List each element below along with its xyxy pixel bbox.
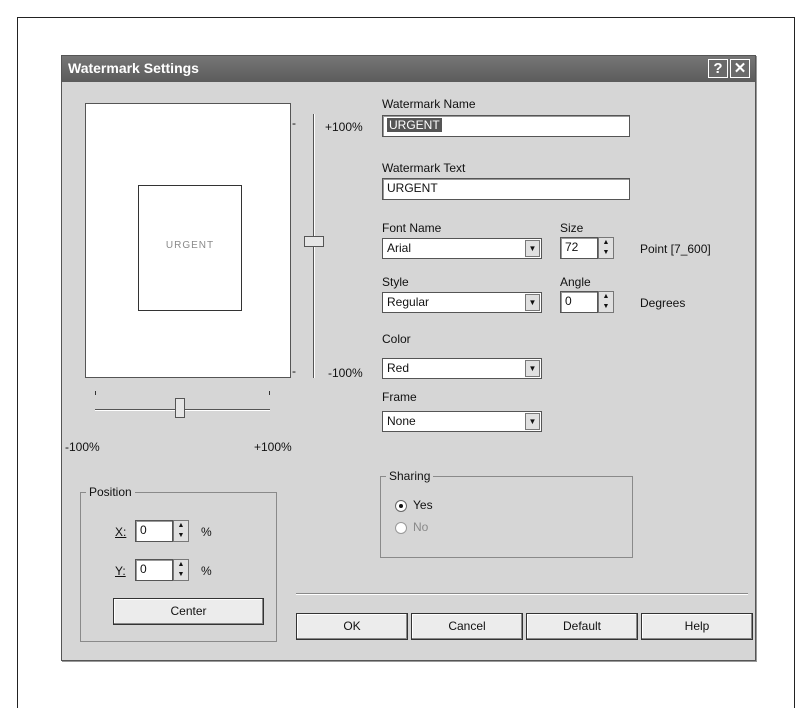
angle-unit-label: Degrees (640, 296, 686, 310)
angle-spinner[interactable]: ▲ ▼ (598, 291, 614, 313)
style-label: Style (382, 275, 409, 289)
size-input[interactable]: 72 (560, 237, 598, 259)
font-name-select[interactable]: Arial ▼ (382, 238, 542, 259)
position-x-spinner[interactable]: ▲ ▼ (173, 520, 189, 542)
sharing-group-title: Sharing (386, 469, 434, 483)
horizontal-min-label: -100% (65, 440, 100, 454)
chevron-down-icon[interactable]: ▼ (525, 240, 540, 257)
chevron-down-icon[interactable]: ▼ (525, 294, 540, 311)
angle-label: Angle (560, 275, 591, 289)
position-y-unit: % (201, 564, 212, 578)
position-y-label: Y: (115, 564, 126, 578)
center-button[interactable]: Center (113, 598, 264, 625)
dialog-title: Watermark Settings (68, 60, 199, 76)
vertical-top-tick: - (292, 116, 296, 130)
angle-input[interactable]: 0 (560, 291, 598, 313)
sharing-yes-label[interactable]: Yes (413, 498, 433, 512)
vertical-position-slider[interactable] (304, 114, 324, 378)
chevron-down-icon[interactable]: ▼ (525, 360, 540, 377)
frame-label: Frame (382, 390, 417, 404)
close-icon[interactable]: ✕ (730, 59, 750, 78)
sharing-group: Sharing Yes No (380, 469, 633, 558)
position-x-label: X: (115, 525, 127, 539)
font-name-value: Arial (387, 241, 412, 255)
vertical-bottom-tick: - (292, 364, 296, 378)
frame-value: None (387, 414, 416, 428)
cancel-button[interactable]: Cancel (411, 613, 523, 640)
font-name-label: Font Name (382, 221, 442, 235)
style-value: Regular (387, 295, 430, 309)
vertical-top-label: +100% (325, 120, 363, 134)
position-group: Position X: 0 ▲ ▼ % Y: 0 ▲ ▼ % Center (80, 485, 277, 642)
watermark-name-input[interactable]: URGENT (382, 115, 630, 137)
preview-watermark-text: URGENT (165, 240, 215, 251)
frame-select[interactable]: None ▼ (382, 411, 542, 432)
spin-up-icon[interactable]: ▲ (599, 238, 613, 248)
size-spinner[interactable]: ▲ ▼ (598, 237, 614, 259)
horizontal-slider-thumb[interactable] (175, 398, 185, 418)
color-value: Red (387, 361, 410, 375)
spin-down-icon[interactable]: ▼ (174, 531, 188, 541)
sharing-no-radio[interactable] (395, 522, 407, 534)
spin-down-icon[interactable]: ▼ (599, 248, 613, 258)
help-icon[interactable]: ? (708, 59, 728, 78)
size-label: Size (560, 221, 584, 235)
spin-down-icon[interactable]: ▼ (599, 302, 613, 312)
watermark-name-value: URGENT (387, 118, 442, 132)
watermark-settings-dialog: Watermark Settings ? ✕ URGENT -100% +100… (61, 55, 756, 661)
ok-button[interactable]: OK (296, 613, 408, 640)
horizontal-position-slider[interactable] (95, 389, 270, 419)
watermark-name-label: Watermark Name (382, 97, 476, 111)
position-y-spinner[interactable]: ▲ ▼ (173, 559, 189, 581)
watermark-text-input[interactable]: URGENT (382, 178, 630, 200)
chevron-down-icon[interactable]: ▼ (525, 413, 540, 430)
sharing-yes-radio[interactable] (395, 500, 407, 512)
horizontal-max-label: +100% (254, 440, 292, 454)
style-select[interactable]: Regular ▼ (382, 292, 542, 313)
spin-up-icon[interactable]: ▲ (599, 292, 613, 302)
watermark-text-label: Watermark Text (382, 161, 466, 175)
page-preview: URGENT (85, 103, 291, 378)
spin-up-icon[interactable]: ▲ (174, 521, 188, 531)
footer-divider (296, 593, 748, 595)
help-button[interactable]: Help (641, 613, 753, 640)
vertical-slider-thumb[interactable] (304, 236, 324, 247)
spin-up-icon[interactable]: ▲ (174, 560, 188, 570)
position-x-unit: % (201, 525, 212, 539)
color-label: Color (382, 332, 411, 346)
position-y-input[interactable]: 0 (135, 559, 173, 581)
color-select[interactable]: Red ▼ (382, 358, 542, 379)
default-button[interactable]: Default (526, 613, 638, 640)
preview-page: URGENT (138, 185, 242, 311)
vertical-bottom-label: -100% (328, 366, 363, 380)
size-unit-label: Point [7_600] (640, 242, 711, 256)
position-group-title: Position (86, 485, 135, 499)
spin-down-icon[interactable]: ▼ (174, 570, 188, 580)
position-x-input[interactable]: 0 (135, 520, 173, 542)
sharing-no-label[interactable]: No (413, 520, 428, 534)
title-bar: Watermark Settings ? ✕ (62, 56, 755, 82)
